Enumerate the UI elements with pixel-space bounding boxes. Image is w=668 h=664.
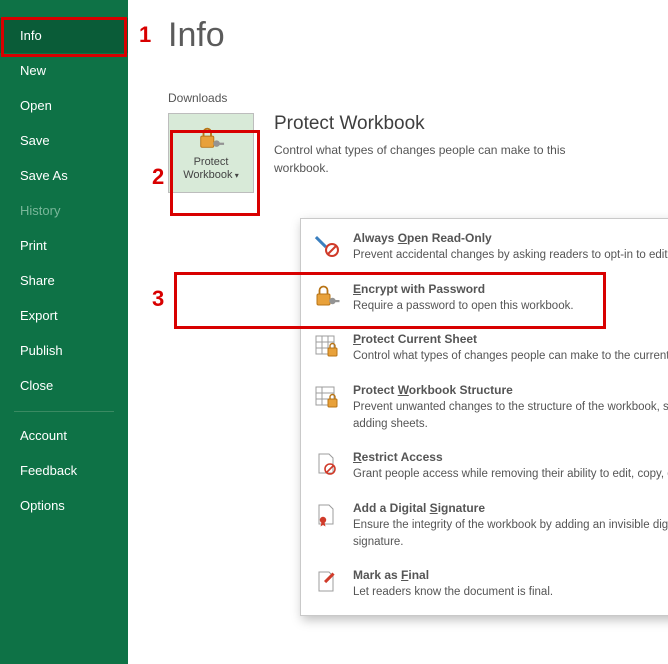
menu-encrypt-with-password[interactable]: Encrypt with Password Require a password… <box>301 274 668 325</box>
sidebar-item-print[interactable]: Print <box>0 228 128 263</box>
sidebar-item-new[interactable]: New <box>0 53 128 88</box>
sidebar-item-save-as[interactable]: Save As <box>0 158 128 193</box>
protect-workbook-button[interactable]: Protect Workbook ▾ <box>168 113 254 193</box>
sidebar-item-save[interactable]: Save <box>0 123 128 158</box>
sidebar-item-account[interactable]: Account <box>0 418 128 453</box>
location-label: Downloads <box>168 91 648 105</box>
sidebar-item-share[interactable]: Share <box>0 263 128 298</box>
menu-always-open-read-only[interactable]: Always Open Read-Only Prevent accidental… <box>301 223 668 274</box>
workbook-lock-icon <box>313 383 341 411</box>
menu-mark-as-final[interactable]: Mark as Final Let readers know the docum… <box>301 560 668 611</box>
sidebar-item-publish[interactable]: Publish <box>0 333 128 368</box>
document-ribbon-icon <box>313 501 341 529</box>
sidebar-item-history: History <box>0 193 128 228</box>
sidebar-item-feedback[interactable]: Feedback <box>0 453 128 488</box>
sidebar-item-info[interactable]: Info <box>0 18 128 53</box>
menu-restrict-access[interactable]: Restrict Access Grant people access whil… <box>301 442 668 493</box>
protect-heading: Protect Workbook <box>274 113 648 135</box>
menu-protect-workbook-structure[interactable]: Protect Workbook Structure Prevent unwan… <box>301 375 668 442</box>
sidebar-item-options[interactable]: Options <box>0 488 128 523</box>
sidebar-item-close[interactable]: Close <box>0 368 128 403</box>
document-pencil-icon <box>313 568 341 596</box>
sidebar-separator <box>14 411 114 412</box>
protect-workbook-dropdown: Always Open Read-Only Prevent accidental… <box>300 218 668 616</box>
menu-protect-current-sheet[interactable]: Protect Current Sheet Control what types… <box>301 324 668 375</box>
sheet-lock-icon <box>313 332 341 360</box>
lock-key-icon <box>313 282 341 310</box>
backstage-sidebar: Info New Open Save Save As History Print… <box>0 0 128 664</box>
protect-button-label: Protect Workbook ▾ <box>183 156 239 182</box>
document-prohibit-icon <box>313 450 341 478</box>
main-pane: Info Downloads Protect Workbook ▾ <box>128 0 668 664</box>
protect-desc: Control what types of changes people can… <box>274 141 574 177</box>
menu-add-digital-signature[interactable]: Add a Digital Signature Ensure the integ… <box>301 493 668 560</box>
sidebar-item-open[interactable]: Open <box>0 88 128 123</box>
sidebar-item-export[interactable]: Export <box>0 298 128 333</box>
page-title: Info <box>168 16 648 55</box>
lock-key-icon <box>197 124 225 152</box>
pencil-prohibit-icon <box>313 231 341 259</box>
